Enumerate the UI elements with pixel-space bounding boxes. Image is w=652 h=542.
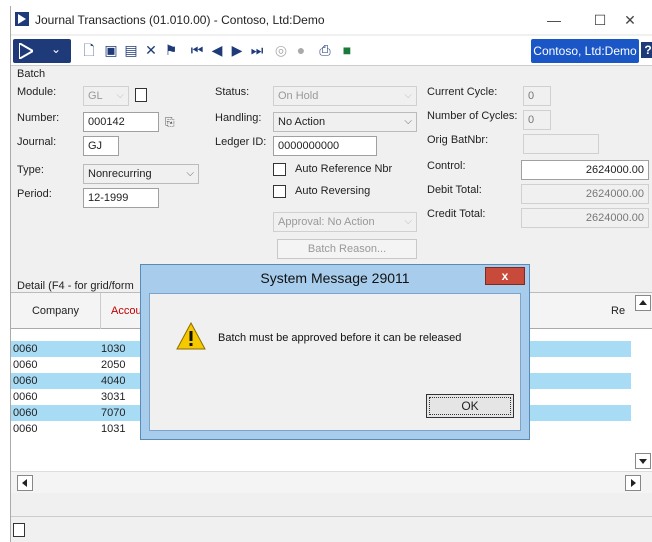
copy-icon[interactable]: ⎘ [165, 115, 175, 130]
help-icon[interactable]: ? [641, 42, 652, 58]
type-label: Type: [17, 164, 44, 176]
previous-record-icon[interactable]: ◀ [209, 42, 225, 58]
number-of-cycles-field: 0 [523, 110, 551, 130]
control-field[interactable]: 2624000.00 [521, 160, 649, 180]
number-label: Number: [17, 112, 60, 124]
orig-batnbr-field [523, 134, 599, 154]
credit-total-label: Credit Total: [427, 208, 486, 220]
module-label: Module: [17, 86, 57, 98]
ok-button[interactable]: OK [426, 394, 514, 418]
scroll-up-button[interactable] [635, 295, 651, 311]
close-button[interactable]: ✕ [607, 6, 652, 34]
module-field: GL ⌵ [83, 86, 129, 106]
auto-reversing-label: Auto Reversing [295, 185, 371, 197]
period-field[interactable]: 12-1999 [83, 188, 159, 208]
status-label: Status: [215, 86, 250, 98]
column-company[interactable]: Company [11, 293, 101, 329]
dialog-body: Batch must be approved before it can be … [149, 293, 521, 431]
delete-icon[interactable]: ✕ [143, 42, 159, 58]
warning-icon [176, 322, 206, 350]
new-icon[interactable]: 🗋 [81, 42, 97, 58]
orig-batnbr-label: Orig BatNbr: [427, 134, 489, 146]
dialog-message: Batch must be approved before it can be … [218, 332, 462, 344]
dialog-close-button[interactable]: x [485, 267, 525, 285]
attachment-icon[interactable]: ◎ [273, 42, 289, 58]
app-icon [15, 12, 29, 26]
number-of-cycles-label: Number of Cycles: [427, 110, 518, 122]
type-dropdown[interactable]: Nonrecurring ⌵ [83, 164, 199, 184]
scroll-left-button[interactable] [17, 475, 33, 491]
auto-reference-label: Auto Reference Nbr [295, 163, 393, 175]
dialog-title: System Message 29011 [260, 270, 410, 286]
toolbar: ⌄ 🗋 ▣ ▤ ✕ ⚑ ⏮ ◀ ▶ ⏭ ◎ ● ⎙ ■ Contoso, Ltd… [11, 36, 652, 66]
ledger-id-label: Ledger ID: [215, 136, 267, 148]
flag-icon[interactable]: ⚑ [163, 42, 179, 58]
note-icon[interactable]: ● [293, 42, 309, 58]
module-lookup-icon[interactable] [135, 88, 147, 102]
play-icon [19, 43, 33, 59]
status-dropdown: On Hold ⌵ [273, 86, 417, 106]
period-label: Period: [17, 188, 52, 200]
minimize-button[interactable]: — [531, 6, 577, 34]
journal-label: Journal: [17, 136, 57, 148]
last-record-icon[interactable]: ⏭ [249, 42, 265, 58]
control-label: Control: [427, 160, 466, 172]
auto-reference-checkbox[interactable] [273, 163, 286, 176]
journal-field[interactable]: GJ [83, 136, 119, 156]
note-page-icon[interactable] [13, 523, 25, 537]
current-cycle-label: Current Cycle: [427, 86, 498, 98]
handling-label: Handling: [215, 112, 262, 124]
save-as-icon[interactable]: ▤ [123, 42, 139, 58]
number-field[interactable]: 000142 [83, 112, 159, 132]
navigation-menu-button[interactable]: ⌄ [13, 39, 71, 63]
debit-total-label: Debit Total: [427, 184, 482, 196]
credit-total-field: 2624000.00 [521, 208, 649, 228]
window-title: Journal Transactions (01.010.00) - Conto… [35, 13, 325, 27]
horizontal-scrollbar[interactable] [11, 471, 652, 493]
handling-dropdown[interactable]: No Action ⌵ [273, 112, 417, 132]
debit-total-field: 2624000.00 [521, 184, 649, 204]
save-icon[interactable]: ▣ [103, 42, 119, 58]
approval-dropdown: Approval: No Action ⌵ [273, 212, 417, 232]
title-bar: Journal Transactions (01.010.00) - Conto… [11, 6, 652, 34]
scroll-right-button[interactable] [625, 475, 641, 491]
status-bar [11, 516, 652, 542]
company-button[interactable]: Contoso, Ltd:Demo [531, 39, 639, 63]
batch-section-label: Batch [17, 68, 46, 80]
batch-reason-button[interactable]: Batch Reason... [277, 239, 417, 259]
print-icon[interactable]: ⎙ [317, 42, 333, 58]
scroll-down-button[interactable] [635, 453, 651, 469]
auto-reversing-checkbox[interactable] [273, 185, 286, 198]
chevron-down-icon: ⌄ [51, 42, 62, 56]
next-record-icon[interactable]: ▶ [229, 42, 245, 58]
column-reference[interactable]: Re [611, 293, 633, 329]
current-cycle-field: 0 [523, 86, 551, 106]
ledger-id-field[interactable]: 0000000000 [273, 136, 377, 156]
system-message-dialog: System Message 29011 x Batch must be app… [140, 264, 530, 440]
first-record-icon[interactable]: ⏮ [189, 42, 205, 58]
detail-section-label: Detail (F4 - for grid/form [17, 280, 134, 292]
excel-icon[interactable]: ■ [339, 42, 355, 58]
